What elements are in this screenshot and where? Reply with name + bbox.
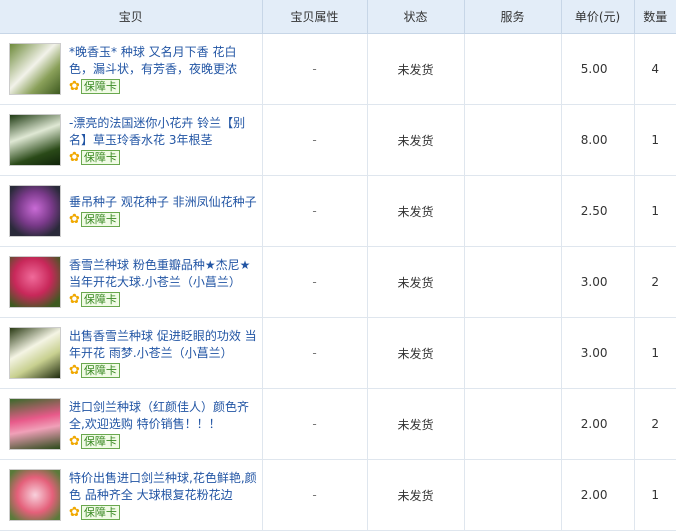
qty-cell: 1 (634, 175, 676, 247)
guarantee-card-label: 保障卡 (80, 433, 120, 449)
price-cell: 2.00 (561, 459, 635, 531)
table-row: 特价出售进口剑兰种球,花色鲜艳,颜色 品种齐全 大球根复花粉花边 ✿ 保障卡 -… (0, 459, 676, 531)
qty-cell: 1 (634, 459, 676, 531)
guarantee-card-label: 保障卡 (80, 504, 120, 520)
table-header-row: 宝贝 宝贝属性 状态 服务 单价(元) 数量 (0, 0, 676, 34)
status-cell: 未发货 (367, 317, 465, 389)
product-thumbnail[interactable] (9, 185, 61, 237)
qty-cell: 2 (634, 246, 676, 318)
guarantee-card-label: 保障卡 (80, 149, 120, 165)
product-title-link[interactable]: 香雪兰种球 粉色重瓣品种★杰尼★当年开花大球.小苍兰（小菖兰） (69, 258, 250, 289)
status-cell: 未发货 (367, 104, 465, 176)
col-header-item: 宝贝 (0, 0, 263, 34)
price-cell: 3.00 (561, 317, 635, 389)
product-thumbnail[interactable] (9, 256, 61, 308)
status-cell: 未发货 (367, 459, 465, 531)
table-row: *晚香玉* 种球 又名月下香 花白色，漏斗状，有芳香，夜晚更浓 ✿ 保障卡 - … (0, 33, 676, 105)
service-cell (464, 104, 562, 176)
status-cell: 未发货 (367, 33, 465, 105)
qty-cell: 2 (634, 388, 676, 460)
product-title-link[interactable]: 垂吊种子 观花种子 非洲凤仙花种子 (69, 195, 257, 209)
guarantee-card-badge[interactable]: ✿ 保障卡 (69, 504, 120, 520)
guarantee-card-badge[interactable]: ✿ 保障卡 (69, 149, 120, 165)
product-title-link[interactable]: -漂亮的法国迷你小花卉 铃兰【别名】草玉玲香水花 3年根茎 (69, 116, 245, 147)
price-cell: 2.50 (561, 175, 635, 247)
item-cell: 垂吊种子 观花种子 非洲凤仙花种子 ✿ 保障卡 (0, 175, 263, 247)
table-row: 出售香雪兰种球 促进眨眼的功效 当年开花 雨梦.小苍兰（小菖兰） ✿ 保障卡 -… (0, 317, 676, 389)
price-cell: 3.00 (561, 246, 635, 318)
product-thumbnail[interactable] (9, 114, 61, 166)
flower-icon: ✿ (69, 433, 80, 449)
product-title-link[interactable]: *晚香玉* 种球 又名月下香 花白色，漏斗状，有芳香，夜晚更浓 (69, 45, 237, 76)
item-cell: 特价出售进口剑兰种球,花色鲜艳,颜色 品种齐全 大球根复花粉花边 ✿ 保障卡 (0, 459, 263, 531)
product-thumbnail[interactable] (9, 43, 61, 95)
attr-cell: - (262, 388, 368, 460)
price-cell: 5.00 (561, 33, 635, 105)
product-title-link[interactable]: 出售香雪兰种球 促进眨眼的功效 当年开花 雨梦.小苍兰（小菖兰） (69, 329, 257, 360)
status-cell: 未发货 (367, 388, 465, 460)
item-cell: 香雪兰种球 粉色重瓣品种★杰尼★当年开花大球.小苍兰（小菖兰） ✿ 保障卡 (0, 246, 263, 318)
attr-cell: - (262, 33, 368, 105)
guarantee-card-badge[interactable]: ✿ 保障卡 (69, 433, 120, 449)
flower-icon: ✿ (69, 149, 80, 165)
qty-cell: 1 (634, 317, 676, 389)
price-cell: 2.00 (561, 388, 635, 460)
attr-cell: - (262, 459, 368, 531)
attr-cell: - (262, 317, 368, 389)
product-thumbnail[interactable] (9, 469, 61, 521)
item-cell: 进口剑兰种球（红颜佳人）颜色齐全,欢迎选购 特价销售！！！ ✿ 保障卡 (0, 388, 263, 460)
service-cell (464, 388, 562, 460)
guarantee-card-badge[interactable]: ✿ 保障卡 (69, 362, 120, 378)
col-header-status: 状态 (367, 0, 465, 34)
price-cell: 8.00 (561, 104, 635, 176)
guarantee-card-badge[interactable]: ✿ 保障卡 (69, 291, 120, 307)
flower-icon: ✿ (69, 504, 80, 520)
item-cell: 出售香雪兰种球 促进眨眼的功效 当年开花 雨梦.小苍兰（小菖兰） ✿ 保障卡 (0, 317, 263, 389)
attr-cell: - (262, 175, 368, 247)
flower-icon: ✿ (69, 78, 80, 94)
flower-icon: ✿ (69, 362, 80, 378)
col-header-attrs: 宝贝属性 (262, 0, 368, 34)
product-thumbnail[interactable] (9, 398, 61, 450)
product-title-link[interactable]: 进口剑兰种球（红颜佳人）颜色齐全,欢迎选购 特价销售！！！ (69, 400, 249, 431)
status-cell: 未发货 (367, 246, 465, 318)
product-thumbnail[interactable] (9, 327, 61, 379)
table-row: 垂吊种子 观花种子 非洲凤仙花种子 ✿ 保障卡 - 未发货 2.50 1 (0, 175, 676, 247)
service-cell (464, 175, 562, 247)
guarantee-card-label: 保障卡 (80, 78, 120, 94)
guarantee-card-badge[interactable]: ✿ 保障卡 (69, 212, 120, 227)
service-cell (464, 33, 562, 105)
product-title-link[interactable]: 特价出售进口剑兰种球,花色鲜艳,颜色 品种齐全 大球根复花粉花边 (69, 471, 257, 502)
order-items-table: 宝贝 宝贝属性 状态 服务 单价(元) 数量 *晚香玉* 种球 又名月下香 花白… (0, 0, 676, 531)
item-cell: *晚香玉* 种球 又名月下香 花白色，漏斗状，有芳香，夜晚更浓 ✿ 保障卡 (0, 33, 263, 105)
col-header-service: 服务 (464, 0, 562, 34)
col-header-price: 单价(元) (561, 0, 635, 34)
status-cell: 未发货 (367, 175, 465, 247)
qty-cell: 4 (634, 33, 676, 105)
col-header-qty: 数量 (634, 0, 676, 34)
guarantee-card-label: 保障卡 (80, 212, 120, 227)
item-cell: -漂亮的法国迷你小花卉 铃兰【别名】草玉玲香水花 3年根茎 ✿ 保障卡 (0, 104, 263, 176)
guarantee-card-badge[interactable]: ✿ 保障卡 (69, 78, 120, 94)
attr-cell: - (262, 246, 368, 318)
service-cell (464, 317, 562, 389)
qty-cell: 1 (634, 104, 676, 176)
table-row: 进口剑兰种球（红颜佳人）颜色齐全,欢迎选购 特价销售！！！ ✿ 保障卡 - 未发… (0, 388, 676, 460)
flower-icon: ✿ (69, 291, 80, 307)
table-row: 香雪兰种球 粉色重瓣品种★杰尼★当年开花大球.小苍兰（小菖兰） ✿ 保障卡 - … (0, 246, 676, 318)
guarantee-card-label: 保障卡 (80, 362, 120, 378)
service-cell (464, 459, 562, 531)
attr-cell: - (262, 104, 368, 176)
guarantee-card-label: 保障卡 (80, 291, 120, 307)
service-cell (464, 246, 562, 318)
flower-icon: ✿ (69, 212, 80, 227)
table-row: -漂亮的法国迷你小花卉 铃兰【别名】草玉玲香水花 3年根茎 ✿ 保障卡 - 未发… (0, 104, 676, 176)
